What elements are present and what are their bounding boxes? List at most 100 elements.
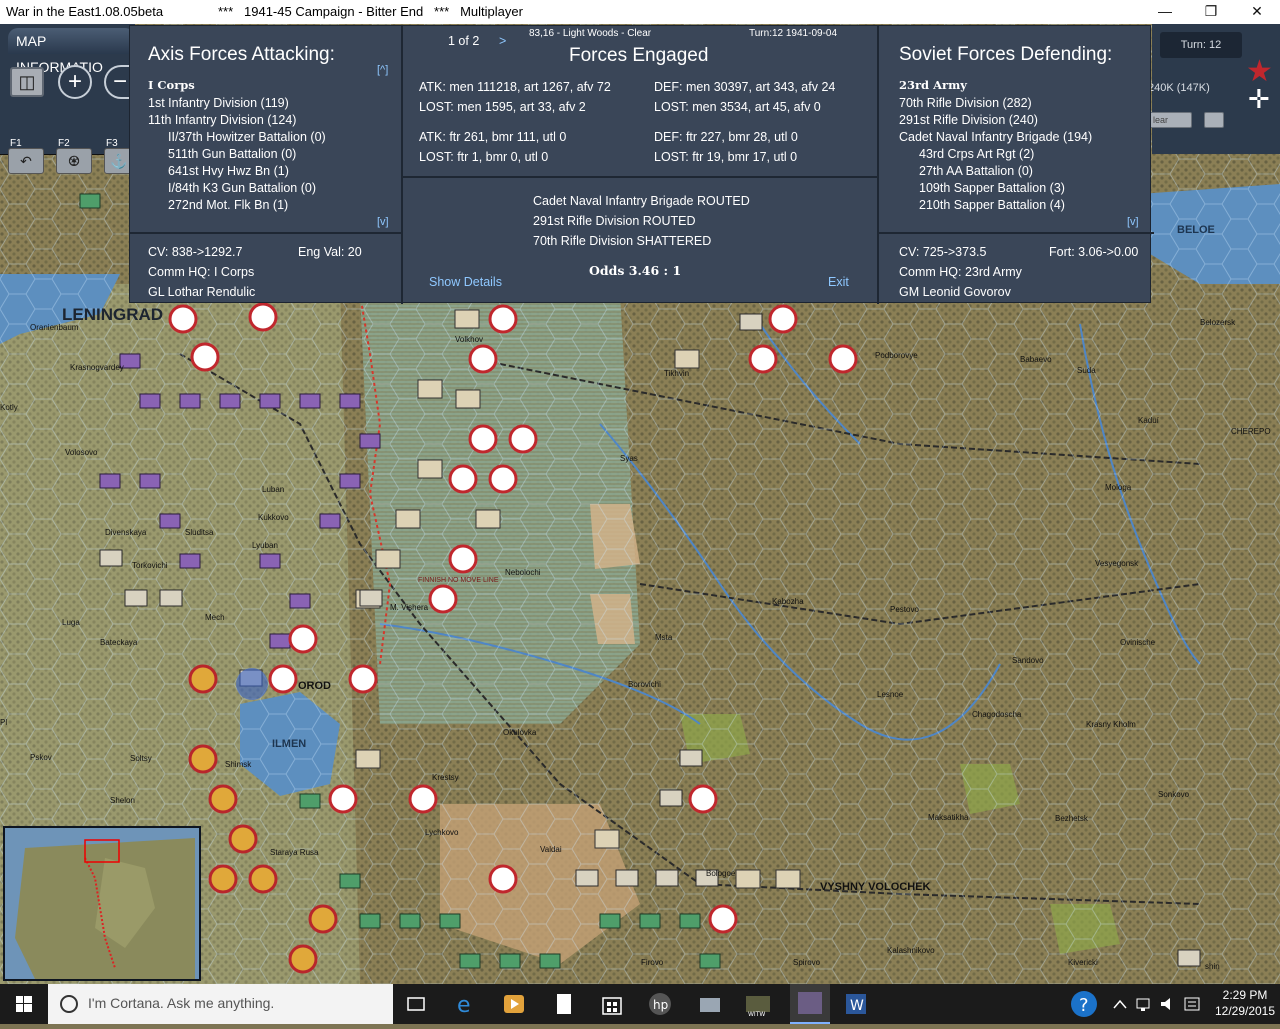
map-town-label: Lesnoe bbox=[877, 690, 904, 699]
map-town-label: Soltsy bbox=[130, 754, 152, 763]
map-town-label: Kaduí bbox=[1138, 416, 1160, 425]
soviet-unit[interactable]: 27th AA Battalion (0) bbox=[919, 164, 1033, 178]
map-town-label: Sluditsa bbox=[185, 528, 214, 537]
help-icon[interactable]: ? bbox=[1070, 990, 1098, 1018]
map-town-label: Krasnogvardey bbox=[70, 363, 124, 372]
f1-button[interactable]: ↶ bbox=[8, 148, 44, 174]
zoom-in-button[interactable]: + bbox=[58, 65, 92, 99]
map-label-leningrad: LENINGRAD bbox=[62, 305, 163, 324]
map-town-label: shin bbox=[1205, 962, 1220, 971]
axis-title: Axis Forces Attacking: bbox=[148, 44, 335, 65]
battle-result-line: 70th Rifle Division SHATTERED bbox=[533, 234, 712, 248]
start-button[interactable] bbox=[0, 984, 48, 1024]
exit-button[interactable]: Exit bbox=[828, 275, 849, 289]
forces-engaged-title: Forces Engaged bbox=[569, 45, 709, 66]
windows-logo-icon bbox=[16, 996, 32, 1012]
axis-unit[interactable]: 1st Infantry Division (119) bbox=[148, 96, 289, 110]
map-town-label: Kukkovo bbox=[258, 513, 289, 522]
turn-panel: Turn: 12 240K (147K) lear ★ ✛ bbox=[1148, 24, 1280, 154]
axis-unit[interactable]: 272nd Mot. Flk Bn (1) bbox=[168, 198, 288, 212]
cortana-icon bbox=[60, 995, 78, 1013]
soviet-unit[interactable]: 291st Rifle Division (240) bbox=[899, 113, 1038, 127]
axis-unit[interactable]: I/84th K3 Gun Battalion (0) bbox=[168, 181, 316, 195]
word-icon[interactable]: W bbox=[842, 990, 870, 1018]
map-town-label: Okulovka bbox=[503, 728, 537, 737]
next-page-button[interactable]: > bbox=[499, 34, 506, 48]
axis-leader: GL Lothar Rendulic bbox=[148, 285, 256, 299]
active-game-window-icon[interactable] bbox=[790, 984, 830, 1024]
map-town-label: Maksatikha bbox=[928, 813, 969, 822]
map-town-label: Sandovo bbox=[1012, 656, 1044, 665]
axis-unit[interactable]: 511th Gun Battalion (0) bbox=[168, 147, 296, 161]
cortana-search-box[interactable]: I'm Cortana. Ask me anything. bbox=[48, 984, 393, 1024]
map-town-label: Firovo bbox=[641, 958, 664, 967]
network-icon[interactable] bbox=[1134, 990, 1154, 1018]
map-label-ilmen: ILMEN bbox=[272, 738, 306, 750]
map-town-label: Divenskaya bbox=[105, 528, 147, 537]
volume-icon[interactable] bbox=[1158, 990, 1178, 1018]
minimize-button[interactable]: — bbox=[1142, 0, 1188, 24]
map-town-label: Bezhetsk bbox=[1055, 814, 1089, 823]
layers-button[interactable]: ◫ bbox=[10, 67, 44, 97]
file-icon[interactable] bbox=[550, 990, 578, 1018]
clock-date: 12/29/2015 bbox=[1214, 1004, 1276, 1018]
map-information-tab[interactable]: MAP INFORMATIO bbox=[8, 28, 135, 75]
crosshair-icon[interactable]: ✛ bbox=[1248, 84, 1270, 115]
minimap[interactable] bbox=[3, 826, 201, 981]
soviet-title: Soviet Forces Defending: bbox=[899, 44, 1113, 65]
map-town-label: Oranienbaum bbox=[30, 323, 79, 332]
axis-unit[interactable]: II/37th Howitzer Battalion (0) bbox=[168, 130, 326, 144]
soviet-unit[interactable]: 210th Sapper Battalion (4) bbox=[919, 198, 1065, 212]
soviet-formation: 23rd Army bbox=[899, 78, 967, 92]
axis-unit[interactable]: 11th Infantry Division (124) bbox=[148, 113, 296, 127]
map-label-finnish-line: FINNISH NO MOVE LINE bbox=[418, 577, 499, 584]
task-view-icon[interactable] bbox=[402, 990, 430, 1018]
turn-indicator: Turn: 12 bbox=[1160, 32, 1242, 58]
svg-text:e: e bbox=[457, 993, 471, 1018]
map-town-label: Kivericki bbox=[1068, 958, 1098, 967]
soviet-unit[interactable]: 70th Rifle Division (282) bbox=[899, 96, 1032, 110]
path-arrow-icon: ↶ bbox=[20, 153, 32, 169]
witw-app-icon[interactable]: WITW bbox=[744, 990, 772, 1018]
close-button[interactable]: ✕ bbox=[1234, 0, 1280, 24]
map-town-label: Kabozha bbox=[772, 597, 804, 606]
show-details-button[interactable]: Show Details bbox=[429, 275, 502, 289]
map-town-label: Krestsy bbox=[432, 773, 459, 782]
network-app-icon[interactable] bbox=[696, 990, 724, 1018]
axis-unit[interactable]: 641st Hvy Hwz Bn (1) bbox=[168, 164, 289, 178]
soviet-scroll-down[interactable]: [v] bbox=[1127, 216, 1139, 228]
map-town-label: Podborovye bbox=[875, 351, 918, 360]
soviet-unit[interactable]: Cadet Naval Infantry Brigade (194) bbox=[899, 130, 1092, 144]
taskbar-clock[interactable]: 2:29 PM 12/29/2015 bbox=[1210, 987, 1280, 1019]
restore-button[interactable]: ❐ bbox=[1188, 0, 1234, 24]
lost-ground-soviet: LOST: men 3534, art 45, afv 0 bbox=[654, 100, 821, 114]
map-town-label: Lyuban bbox=[252, 541, 278, 550]
battle-result-line: Cadet Naval Infantry Brigade ROUTED bbox=[533, 194, 750, 208]
f2-button[interactable]: ♼ bbox=[56, 148, 92, 174]
small-toggle-button[interactable] bbox=[1204, 112, 1224, 128]
map-town-label: Bateckaya bbox=[100, 638, 138, 647]
clear-button[interactable]: lear bbox=[1148, 112, 1192, 128]
layers-icon: ◫ bbox=[18, 72, 36, 92]
atk-ground: ATK: men 111218, art 1267, afv 72 bbox=[419, 80, 611, 94]
axis-scroll-up[interactable]: [^] bbox=[377, 64, 388, 76]
action-center-icon[interactable] bbox=[1182, 990, 1202, 1018]
clock-time: 2:29 PM bbox=[1222, 988, 1268, 1002]
store-icon[interactable] bbox=[598, 990, 626, 1018]
svg-text:hp: hp bbox=[653, 998, 668, 1012]
hp-icon[interactable]: hp bbox=[646, 990, 674, 1018]
edge-icon[interactable]: e bbox=[452, 990, 480, 1018]
media-player-icon[interactable] bbox=[500, 990, 528, 1018]
axis-scroll-down[interactable]: [v] bbox=[377, 216, 389, 228]
axis-comm-hq: Comm HQ: I Corps bbox=[148, 265, 255, 279]
soviet-unit[interactable]: 109th Sapper Battalion (3) bbox=[919, 181, 1065, 195]
def-ground: DEF: men 30397, art 343, afv 24 bbox=[654, 80, 836, 94]
def-air: DEF: ftr 227, bmr 28, utl 0 bbox=[654, 130, 798, 144]
map-town-label: Luga bbox=[62, 618, 80, 627]
map-label-novgorod: OROD bbox=[298, 680, 331, 692]
map-town-label: Chagodoscha bbox=[972, 710, 1022, 719]
map-label-vyshny: VYSHNY VOLOCHEK bbox=[820, 881, 930, 893]
map-town-label: Sonkovo bbox=[1158, 790, 1190, 799]
show-hidden-icons[interactable] bbox=[1110, 990, 1130, 1018]
soviet-unit[interactable]: 43rd Crps Art Rgt (2) bbox=[919, 147, 1034, 161]
